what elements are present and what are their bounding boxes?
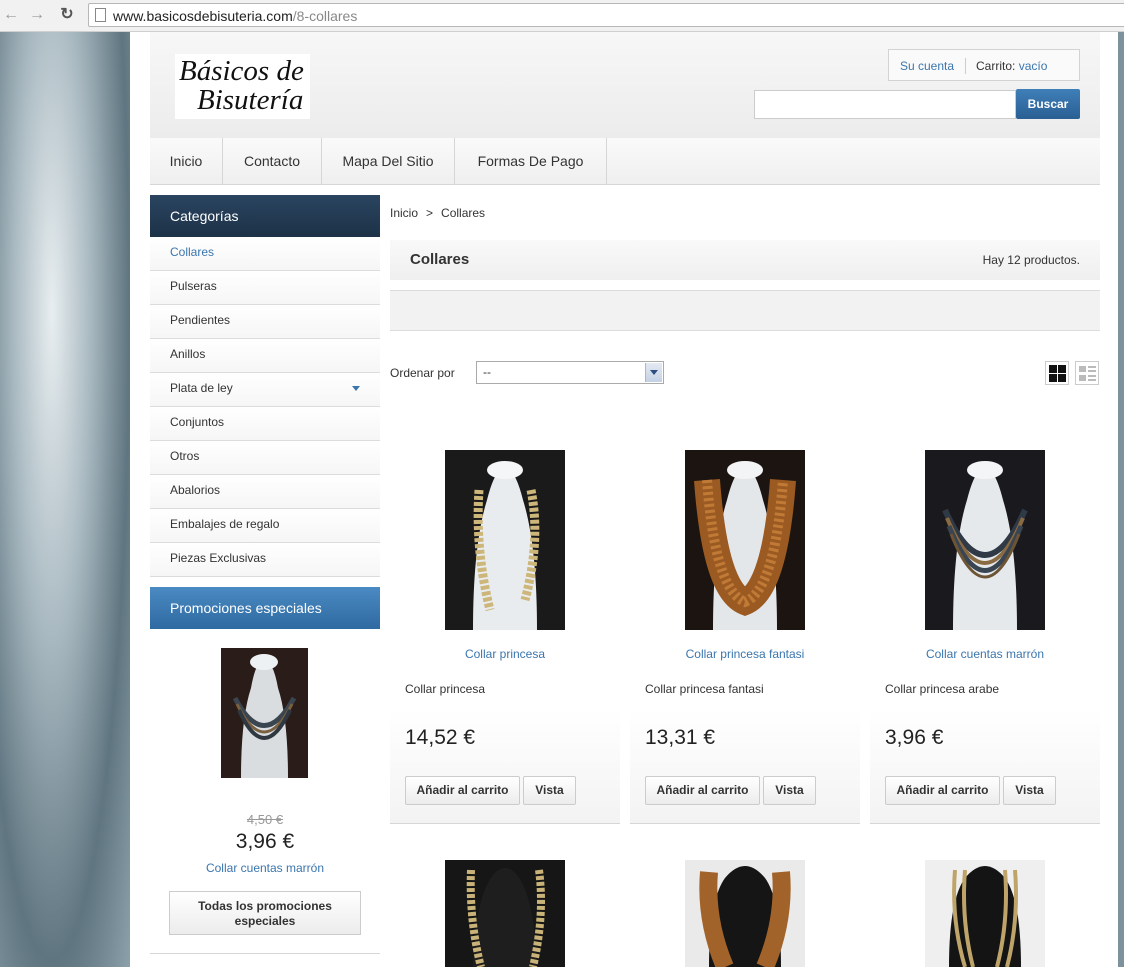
category-header: Collares Hay 12 productos.: [390, 240, 1100, 280]
add-to-cart-button[interactable]: Añadir al carrito: [645, 776, 760, 805]
logo-text-line1: Básicos de: [179, 55, 304, 87]
category-item-otros[interactable]: Otros: [150, 441, 380, 475]
search-input[interactable]: [754, 90, 1016, 119]
product-price: 3,96 €: [885, 726, 944, 749]
list-view-icon[interactable]: [1075, 361, 1099, 385]
add-to-cart-button[interactable]: Añadir al carrito: [405, 776, 520, 805]
view-button[interactable]: Vista: [763, 776, 816, 805]
category-item-embalajes[interactable]: Embalajes de regalo: [150, 509, 380, 543]
category-item-abalorios[interactable]: Abalorios: [150, 475, 380, 509]
cart-link[interactable]: Carrito: vacío: [976, 59, 1047, 73]
address-bar[interactable]: www.basicosdebisuteria.com/8-collares: [88, 3, 1124, 27]
menu-item-inicio[interactable]: Inicio: [150, 138, 223, 184]
promo-price: 3,96 €: [235, 830, 295, 853]
grid-view-icon[interactable]: [1045, 361, 1069, 385]
menu-item-mapa[interactable]: Mapa Del Sitio: [322, 138, 455, 184]
promo-old-price: 4,50 €: [246, 812, 284, 827]
page: Básicos de Bisutería Su cuenta Carrito: …: [130, 32, 1118, 967]
category-description: [390, 290, 1100, 331]
category-item-conjuntos[interactable]: Conjuntos: [150, 407, 380, 441]
breadcrumb-current: Collares: [441, 206, 486, 220]
product-price: 13,31 €: [645, 726, 716, 749]
logo-text-line2: Bisutería: [197, 84, 304, 116]
all-promotions-button[interactable]: Todas los promociones especiales: [169, 891, 361, 935]
breadcrumb-separator: >: [426, 206, 434, 220]
main-menu: Inicio Contacto Mapa Del Sitio Formas De…: [150, 138, 1100, 185]
product-image[interactable]: [925, 860, 1045, 967]
sort-value: --: [483, 365, 491, 379]
account-link[interactable]: Su cuenta: [900, 59, 954, 73]
sort-label: Ordenar por: [390, 366, 455, 380]
divider: [965, 58, 966, 74]
product-image[interactable]: [445, 860, 565, 967]
account-box: Su cuenta Carrito: vacío: [888, 49, 1080, 81]
menu-item-formas-pago[interactable]: Formas De Pago: [455, 138, 607, 184]
product-image[interactable]: [445, 450, 565, 630]
divider: [150, 953, 380, 954]
category-item-plata[interactable]: Plata de ley: [150, 373, 380, 407]
product-link[interactable]: Collar princesa: [390, 647, 620, 661]
category-item-anillos[interactable]: Anillos: [150, 339, 380, 373]
promo-product-link[interactable]: Collar cuentas marrón: [150, 861, 380, 875]
cart-value: vacío: [1018, 59, 1048, 73]
product-description: Collar princesa fantasi: [645, 682, 764, 696]
back-icon[interactable]: ←: [2, 6, 20, 24]
site-logo[interactable]: Básicos de Bisutería: [175, 54, 310, 119]
browser-toolbar: ← → ↻ www.basicosdebisuteria.com/8-colla…: [0, 0, 1124, 32]
menu-item-contacto[interactable]: Contacto: [223, 138, 322, 184]
search-button[interactable]: Buscar: [1016, 89, 1080, 119]
page-icon: [95, 8, 106, 22]
promo-title: Promociones especiales: [150, 587, 380, 629]
cart-label: Carrito:: [976, 59, 1016, 73]
reload-icon[interactable]: ↻: [58, 6, 76, 24]
category-item-pulseras[interactable]: Pulseras: [150, 271, 380, 305]
chevron-down-icon[interactable]: [645, 363, 662, 382]
breadcrumb-home[interactable]: Inicio: [390, 206, 418, 220]
product-description: Collar princesa arabe: [885, 682, 1000, 696]
site-header: Básicos de Bisutería Su cuenta Carrito: …: [150, 32, 1100, 138]
breadcrumb: Inicio > Collares: [390, 206, 485, 220]
category-item-pendientes[interactable]: Pendientes: [150, 305, 380, 339]
forward-icon[interactable]: →: [28, 6, 46, 24]
product-count: Hay 12 productos.: [982, 253, 1080, 267]
product-link[interactable]: Collar princesa fantasi: [630, 647, 860, 661]
page-title: Collares: [410, 251, 470, 268]
background-right: [1118, 32, 1124, 967]
view-button[interactable]: Vista: [1003, 776, 1056, 805]
category-item-exclusivas[interactable]: Piezas Exclusivas: [150, 543, 380, 577]
background-waves: [0, 32, 130, 967]
product-link[interactable]: Collar cuentas marrón: [870, 647, 1100, 661]
product-image[interactable]: [925, 450, 1045, 630]
sort-select[interactable]: --: [476, 361, 664, 384]
add-to-cart-button[interactable]: Añadir al carrito: [885, 776, 1000, 805]
product-image[interactable]: [685, 450, 805, 630]
categories-title: Categorías: [150, 195, 380, 237]
product-description: Collar princesa: [405, 682, 486, 696]
product-price: 14,52 €: [405, 726, 476, 749]
expand-arrow-icon[interactable]: [352, 386, 360, 391]
url-text: www.basicosdebisuteria.com/8-collares: [113, 8, 358, 24]
view-button[interactable]: Vista: [523, 776, 576, 805]
category-label: Plata de ley: [170, 381, 233, 395]
product-image[interactable]: [685, 860, 805, 967]
category-item-collares[interactable]: Collares: [150, 237, 380, 271]
promo-product-image[interactable]: [221, 648, 308, 778]
